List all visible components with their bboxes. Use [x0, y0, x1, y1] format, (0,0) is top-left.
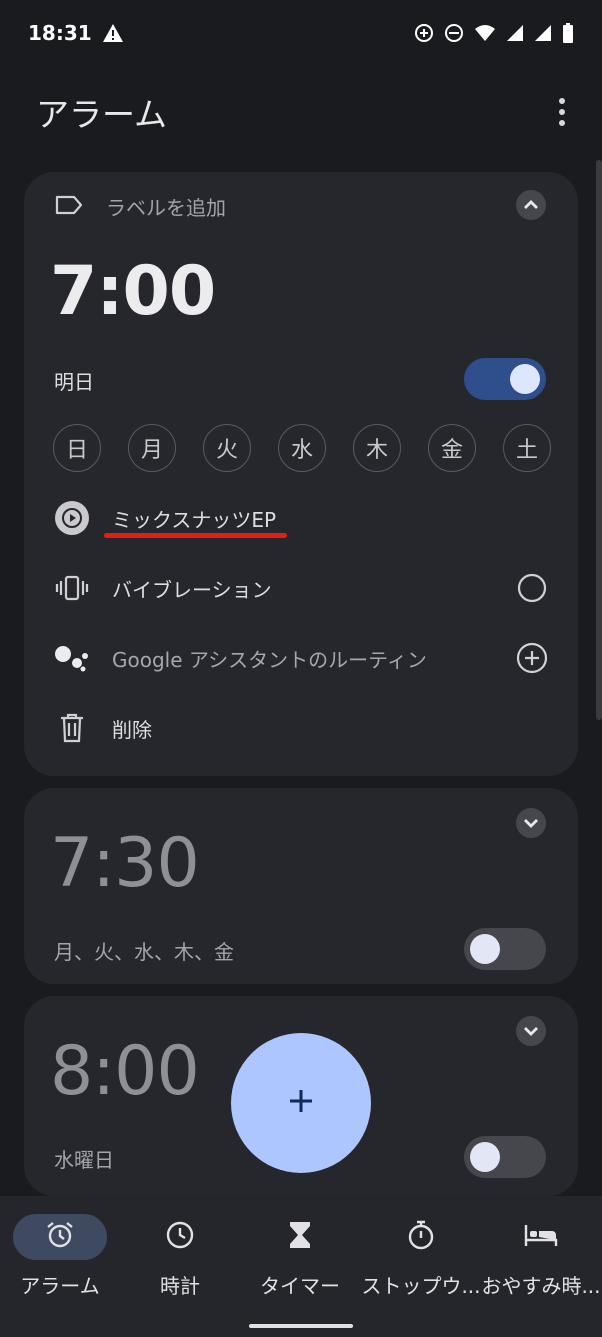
bed-icon [524, 1222, 558, 1252]
nav-timer-label: タイマー [260, 1274, 340, 1298]
alarm-time[interactable]: 7:30 [50, 824, 200, 903]
day-sun[interactable]: 日 [53, 424, 101, 472]
page-title: アラーム [36, 95, 168, 134]
assistant-routine-row[interactable]: Google アシスタントのルーティン [52, 636, 548, 680]
home-indicator[interactable] [249, 1324, 353, 1328]
delete-label: 削除 [112, 717, 152, 742]
alarm-time[interactable]: 7:00 [50, 252, 216, 331]
stopwatch-icon [406, 1220, 436, 1254]
label-placeholder: ラベルを追加 [106, 196, 226, 220]
vibration-label: バイブレーション [112, 577, 272, 602]
play-circle-icon [52, 498, 92, 538]
alarm-time[interactable]: 8:00 [50, 1032, 200, 1111]
alarm-schedule: 明日 [54, 370, 94, 394]
nav-bedtime-label: おやすみ時... [481, 1274, 601, 1298]
day-fri[interactable]: 金 [428, 424, 476, 472]
nav-alarm[interactable]: アラーム [0, 1214, 120, 1299]
expand-button[interactable] [516, 1016, 546, 1046]
annotation-underline [104, 533, 287, 538]
trash-icon [52, 708, 92, 748]
battery-icon [562, 23, 574, 43]
alarm-toggle[interactable] [464, 358, 546, 400]
day-mon[interactable]: 月 [128, 424, 176, 472]
day-tue[interactable]: 火 [203, 424, 251, 472]
app-bar: アラーム [0, 80, 602, 144]
nav-clock-label: 時計 [160, 1274, 200, 1298]
alarm-schedule: 水曜日 [54, 1148, 114, 1172]
add-label-row[interactable]: ラベルを追加 [54, 192, 226, 221]
day-thu[interactable]: 木 [353, 424, 401, 472]
alarm-toggle[interactable] [464, 928, 546, 970]
assistant-routine-label: Google アシスタントのルーティン [112, 647, 427, 672]
wifi-icon [474, 24, 496, 42]
vibration-checkbox[interactable] [516, 572, 548, 604]
nav-clock[interactable]: 時計 [120, 1214, 240, 1299]
day-selector: 日 月 火 水 木 金 土 [53, 424, 551, 472]
more-vert-icon[interactable] [550, 92, 574, 132]
alarm-card[interactable]: ラベルを追加 7:00 明日 日 月 火 水 木 金 土 ミックスナッツEP バ… [24, 172, 578, 776]
day-sat[interactable]: 土 [503, 424, 551, 472]
data-saver-icon [414, 23, 434, 43]
signal-icon-2 [534, 24, 552, 42]
status-time: 18:31 [28, 21, 92, 45]
nav-bedtime[interactable]: おやすみ時... [481, 1214, 601, 1299]
nav-stopwatch[interactable]: ストップウ... [361, 1214, 481, 1299]
warning-icon [102, 23, 124, 43]
expand-button[interactable] [516, 808, 546, 838]
delete-row[interactable]: 削除 [52, 706, 548, 750]
nav-timer[interactable]: タイマー [240, 1214, 360, 1299]
day-wed[interactable]: 水 [278, 424, 326, 472]
add-routine-icon[interactable] [516, 642, 548, 674]
vibration-row[interactable]: バイブレーション [52, 566, 548, 610]
status-bar: 18:31 [0, 0, 602, 66]
add-alarm-button[interactable] [231, 1033, 371, 1173]
label-icon [54, 194, 84, 220]
chevron-up-icon [523, 196, 539, 215]
chevron-down-icon [523, 1022, 539, 1041]
alarm-card[interactable]: 7:30 月、火、水、木、金 [24, 788, 578, 984]
hourglass-icon [287, 1220, 313, 1254]
plus-icon [288, 1088, 314, 1118]
do-not-disturb-icon [444, 23, 464, 43]
alarm-toggle[interactable] [464, 1136, 546, 1178]
nav-alarm-label: アラーム [20, 1274, 100, 1298]
chevron-down-icon [523, 814, 539, 833]
nav-stopwatch-label: ストップウ... [361, 1274, 481, 1298]
ringtone-name: ミックスナッツEP [112, 507, 277, 532]
collapse-button[interactable] [516, 190, 546, 220]
alarm-schedule: 月、火、水、木、金 [54, 940, 234, 964]
signal-icon [506, 24, 524, 42]
scrollbar[interactable] [596, 160, 602, 720]
clock-icon [165, 1220, 195, 1254]
alarm-icon [45, 1220, 75, 1254]
bottom-navigation: アラーム 時計 タイマー ストップウ... おやすみ時... [0, 1196, 602, 1337]
vibration-icon [52, 568, 92, 608]
google-assistant-icon [52, 638, 92, 678]
